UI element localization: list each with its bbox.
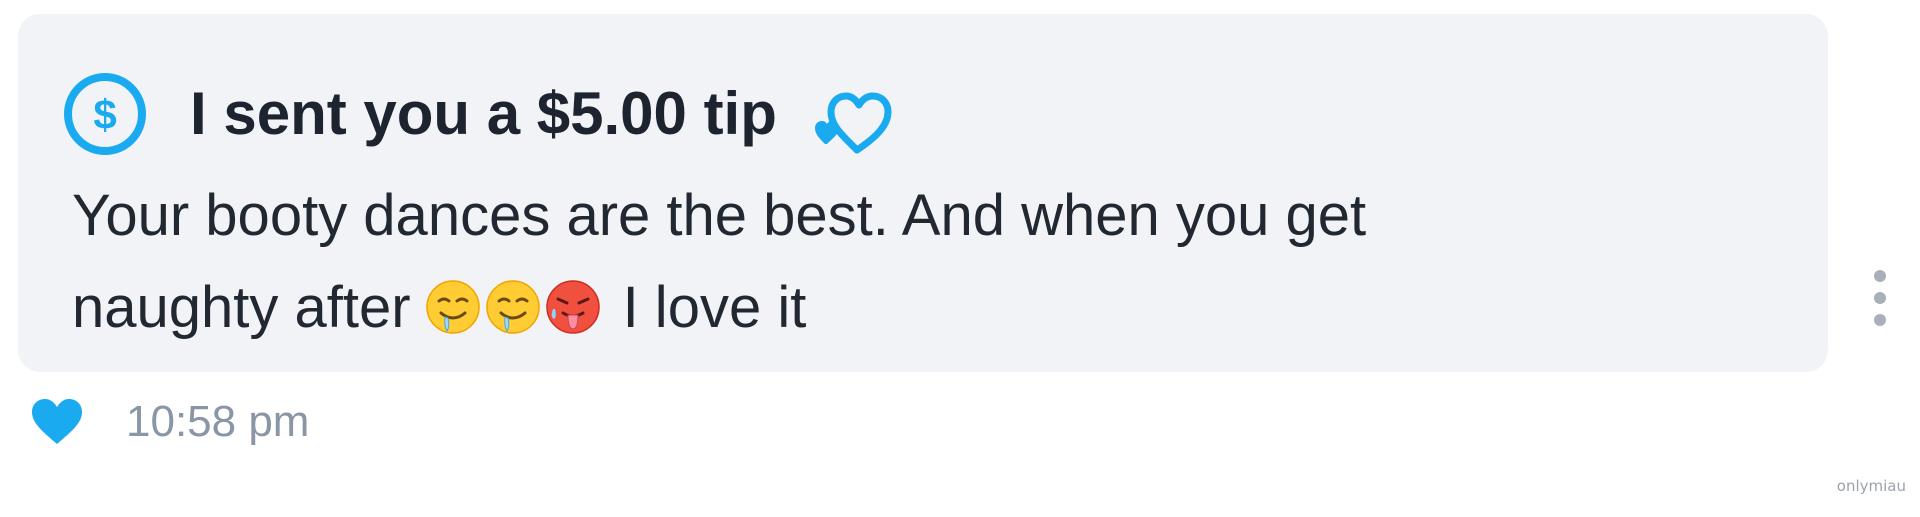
message-timestamp: 10:58 pm bbox=[126, 397, 310, 446]
message-meta: 10:58 pm bbox=[30, 398, 309, 446]
message-text: Your booty dances are the best. And when… bbox=[72, 170, 1792, 354]
hot-face-emoji-icon bbox=[545, 280, 600, 334]
more-options-button[interactable] bbox=[1869, 270, 1891, 326]
more-vertical-icon-dot bbox=[1874, 270, 1886, 282]
message-line-2-end: I love it bbox=[622, 275, 807, 340]
message-line-1: Your booty dances are the best. And when… bbox=[72, 183, 1367, 248]
hearts-outline-icon bbox=[814, 92, 892, 154]
chat-screen: $ I sent you a $5.00 tip Your booty danc… bbox=[0, 0, 1920, 517]
drooling-face-emoji-icon bbox=[485, 280, 540, 334]
emoji-group bbox=[425, 262, 605, 354]
watermark: onlymiau bbox=[1836, 477, 1906, 495]
svg-text:$: $ bbox=[93, 91, 116, 138]
drooling-face-emoji-icon bbox=[425, 280, 480, 334]
message-line-2: naughty after I love it bbox=[72, 262, 1792, 354]
message-bubble[interactable]: $ I sent you a $5.00 tip Your booty danc… bbox=[18, 14, 1828, 372]
tip-header: $ I sent you a $5.00 tip bbox=[62, 64, 897, 164]
message-line-2-start: naughty after bbox=[72, 275, 411, 340]
more-vertical-icon-dot bbox=[1874, 314, 1886, 326]
dollar-circle-icon: $ bbox=[64, 73, 146, 155]
more-vertical-icon-dot bbox=[1874, 292, 1886, 304]
tip-label: I sent you a $5.00 tip bbox=[190, 80, 777, 147]
heart-icon[interactable] bbox=[30, 398, 84, 446]
